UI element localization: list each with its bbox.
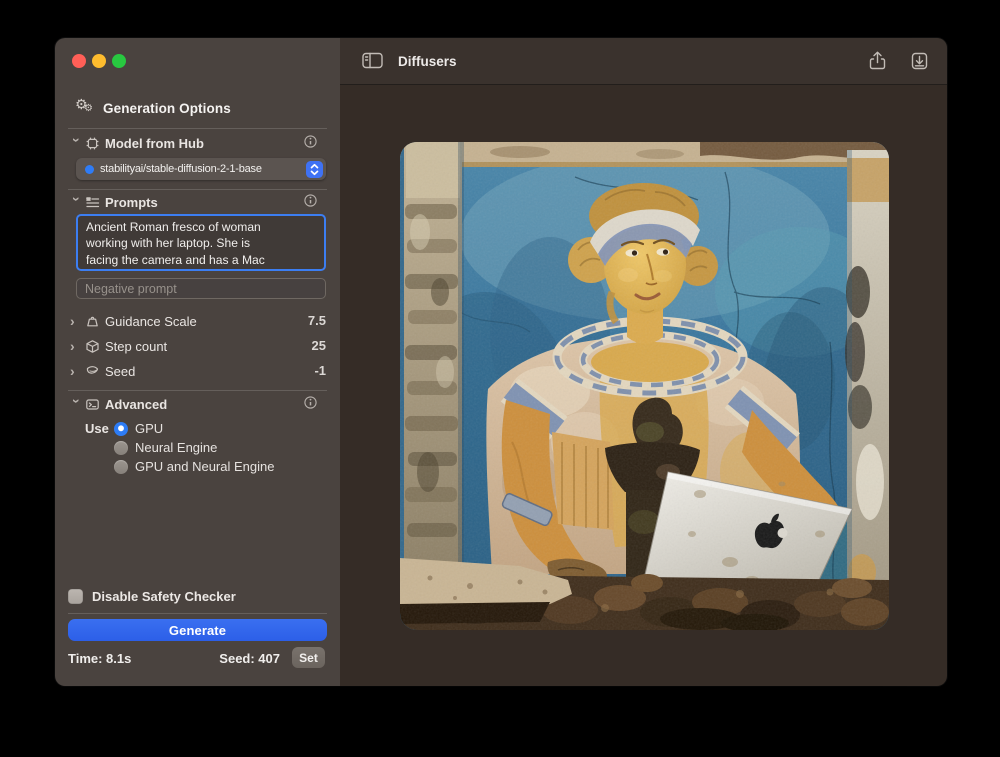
guidance-scale-label: Guidance Scale bbox=[105, 314, 197, 329]
generation-options-header: ⚙⚙ Generation Options bbox=[75, 99, 231, 117]
seed-status: Seed: 407 bbox=[219, 651, 280, 666]
prompts-section-header[interactable]: › Prompts bbox=[70, 193, 327, 211]
radio-gpu-and-neural-engine-label: GPU and Neural Engine bbox=[135, 459, 274, 474]
chevron-right-icon: › bbox=[70, 338, 82, 354]
generated-image bbox=[400, 142, 889, 630]
set-seed-button[interactable]: Set bbox=[292, 647, 325, 668]
prompt-line: facing the camera and has a Mac bbox=[86, 252, 316, 268]
sidebar-toggle-icon[interactable] bbox=[362, 52, 383, 69]
cube-icon bbox=[85, 339, 100, 354]
popup-chevrons-icon bbox=[306, 161, 323, 178]
zoom-button[interactable] bbox=[112, 54, 126, 68]
gears-icon: ⚙⚙ bbox=[75, 99, 95, 117]
step-count-value: 25 bbox=[312, 338, 326, 353]
chevron-right-icon: › bbox=[70, 363, 82, 379]
sidebar: ⚙⚙ Generation Options › Model from Hub bbox=[55, 38, 340, 686]
model-dot-icon bbox=[85, 165, 94, 174]
seed-value: -1 bbox=[314, 363, 326, 378]
screen: ⚙⚙ Generation Options › Model from Hub bbox=[0, 0, 1000, 757]
advanced-section-label: Advanced bbox=[105, 397, 167, 412]
prompts-section-label: Prompts bbox=[105, 195, 158, 210]
step-count-row[interactable]: › Step count bbox=[70, 337, 327, 355]
fresco-illustration bbox=[400, 142, 889, 630]
app-window: ⚙⚙ Generation Options › Model from Hub bbox=[55, 38, 947, 686]
chevron-right-icon: › bbox=[70, 313, 82, 329]
close-button[interactable] bbox=[72, 54, 86, 68]
canvas-area bbox=[340, 85, 947, 686]
guidance-scale-value: 7.5 bbox=[308, 313, 326, 328]
minimize-button[interactable] bbox=[92, 54, 106, 68]
step-count-label: Step count bbox=[105, 339, 167, 354]
leaf-icon bbox=[85, 364, 100, 379]
scale-icon bbox=[85, 314, 100, 329]
info-icon[interactable] bbox=[303, 395, 318, 410]
time-status: Time: 8.1s bbox=[68, 651, 131, 666]
info-icon[interactable] bbox=[303, 134, 318, 149]
main-panel: Diffusers bbox=[340, 38, 947, 686]
model-section-label: Model from Hub bbox=[105, 136, 204, 151]
disable-safety-label: Disable Safety Checker bbox=[92, 589, 236, 604]
chevron-down-icon: › bbox=[69, 399, 85, 411]
prompts-icon bbox=[85, 195, 100, 210]
model-select-value: stabilityai/stable-diffusion-2-1-base bbox=[100, 163, 306, 175]
divider bbox=[68, 128, 327, 129]
chevron-down-icon: › bbox=[69, 138, 85, 150]
advanced-section-header[interactable]: › Advanced bbox=[70, 395, 327, 413]
model-select[interactable]: stabilityai/stable-diffusion-2-1-base bbox=[76, 158, 326, 180]
chevron-down-icon: › bbox=[69, 197, 85, 209]
seed-label: Seed bbox=[105, 364, 135, 379]
use-label: Use bbox=[85, 421, 109, 436]
sidebar-title: Generation Options bbox=[103, 101, 231, 116]
radio-gpu[interactable] bbox=[114, 422, 128, 436]
radio-neural-engine-label: Neural Engine bbox=[135, 440, 217, 455]
info-icon[interactable] bbox=[303, 193, 318, 208]
radio-gpu-label: GPU bbox=[135, 421, 163, 436]
prompt-line: Ancient Roman fresco of woman bbox=[86, 219, 316, 235]
prompt-line: working with her laptop. She is bbox=[86, 235, 316, 251]
generate-button[interactable]: Generate bbox=[68, 619, 327, 641]
model-section-header[interactable]: › Model from Hub bbox=[70, 134, 327, 152]
divider bbox=[68, 189, 327, 190]
disable-safety-checkbox[interactable] bbox=[68, 589, 83, 604]
radio-gpu-and-neural-engine[interactable] bbox=[114, 460, 128, 474]
seed-row[interactable]: › Seed bbox=[70, 362, 327, 380]
negative-prompt-input[interactable] bbox=[76, 278, 326, 299]
window-title: Diffusers bbox=[398, 54, 457, 69]
divider bbox=[68, 390, 327, 391]
radio-neural-engine[interactable] bbox=[114, 441, 128, 455]
terminal-icon bbox=[85, 397, 100, 412]
cpu-icon bbox=[85, 136, 100, 151]
prompt-input[interactable]: Ancient Roman fresco of woman working wi… bbox=[76, 214, 326, 271]
save-image-icon[interactable] bbox=[910, 51, 929, 71]
divider bbox=[68, 613, 327, 614]
titlebar: Diffusers bbox=[340, 38, 947, 85]
guidance-scale-row[interactable]: › Guidance Scale bbox=[70, 312, 327, 330]
share-icon[interactable] bbox=[868, 51, 887, 71]
